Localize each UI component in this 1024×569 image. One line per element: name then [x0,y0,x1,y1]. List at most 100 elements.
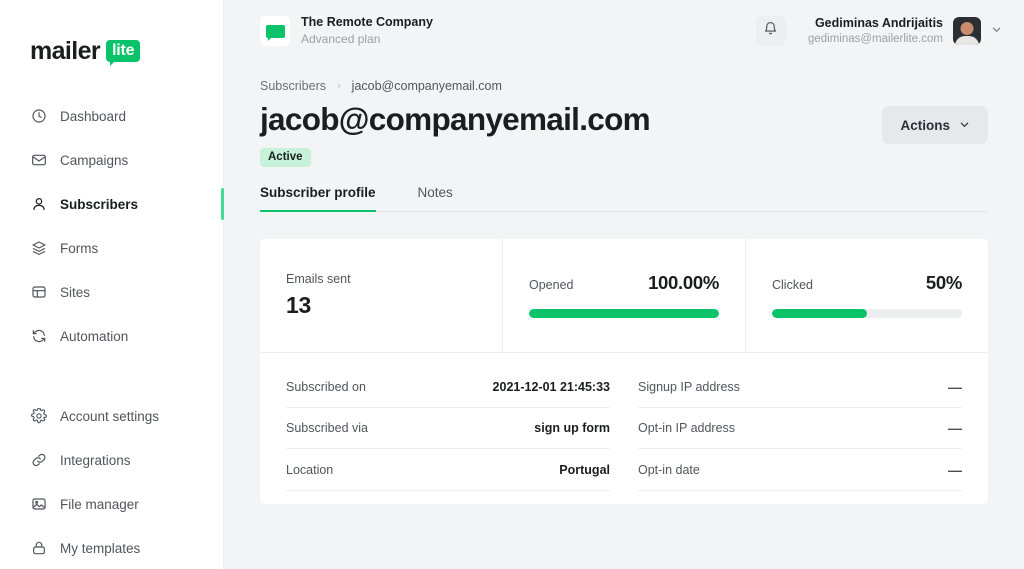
avatar [953,17,981,45]
detail-key: Opt-in IP address [638,421,736,436]
app-logo[interactable]: mailer lite [0,0,223,72]
sidebar-item-label: Account settings [60,408,160,424]
detail-key: Subscribed on [286,379,366,394]
stat-label: Clicked [772,278,813,293]
detail-key: Signup IP address [638,379,740,394]
logo-wordmark: mailer [30,36,101,65]
opened-progress-bar [529,309,719,319]
stat-label: Emails sent [286,272,351,287]
company-switcher[interactable]: The Remote Company Advanced plan [260,15,433,47]
detail-value: sign up form [534,421,610,436]
page-header: jacob@companyemail.com Active Actions [260,101,988,168]
sidebar-item-subscribers[interactable]: Subscribers [0,182,224,226]
user-menu[interactable]: Gediminas Andrijaitis gediminas@mailerli… [808,15,1002,47]
sidebar-item-my-templates[interactable]: My templates [0,526,223,569]
detail-row: Opt-in date — [638,449,962,491]
detail-value: — [948,378,962,395]
logo-lite-badge: lite [106,40,141,66]
tab-label: Subscriber profile [260,185,376,201]
top-bar: The Remote Company Advanced plan Gedimin… [224,0,1024,62]
breadcrumb-parent[interactable]: Subscribers [260,79,326,93]
detail-value: — [948,420,962,437]
details-column-right: Signup IP address — Opt-in IP address — … [624,353,962,504]
breadcrumb: Subscribers › jacob@companyemail.com [260,62,988,93]
actions-button-label: Actions [900,117,950,133]
app-root: mailer lite Dashboard Campaigns Subscrib… [0,0,1024,569]
chevron-right-icon: › [337,80,341,92]
actions-button[interactable]: Actions [882,106,988,144]
sidebar-item-label: Integrations [60,452,131,468]
tab-label: Notes [417,185,453,201]
stat-clicked: Clicked 50% [745,239,988,353]
page-title: jacob@companyemail.com [260,101,651,137]
sidebar-item-label: Sites [60,284,91,300]
sidebar-item-label: Subscribers [60,196,139,212]
detail-row: Signup IP address — [638,366,962,408]
detail-row: Opt-in IP address — [638,408,962,450]
sidebar-item-label: My templates [60,540,141,556]
detail-value: Portugal [559,462,610,477]
envelope-icon [30,152,47,169]
top-bar-right: Gediminas Andrijaitis gediminas@mailerli… [755,15,1002,47]
sidebar-item-file-manager[interactable]: File manager [0,482,223,526]
sidebar-item-label: Forms [60,240,99,256]
stat-value: 100.00% [648,272,719,294]
tab-bar: Subscriber profile Notes [260,185,988,213]
layers-icon [30,240,47,257]
sidebar-item-account-settings[interactable]: Account settings [0,394,223,438]
sidebar-item-label: Automation [60,328,129,344]
browser-window-icon [30,284,47,301]
user-email: gediminas@mailerlite.com [807,33,943,46]
company-plan: Advanced plan [301,31,381,46]
sidebar-item-sites[interactable]: Sites [0,270,223,314]
gear-icon [30,408,47,425]
stat-value: 50% [925,272,962,294]
stat-label: Opened [529,278,574,293]
detail-key: Subscribed via [286,421,368,436]
sidebar-item-forms[interactable]: Forms [0,226,223,270]
content-area: Subscribers › jacob@companyemail.com jac… [224,62,1024,569]
chevron-down-icon [991,22,1002,40]
sidebar-secondary-nav: Account settings Integrations File manag… [0,394,223,569]
detail-row: Subscribed via sign up form [286,408,610,450]
details-column-left: Subscribed on 2021-12-01 21:45:33 Subscr… [286,353,624,504]
stat-emails-sent: Emails sent 13 [260,239,502,352]
main-area: The Remote Company Advanced plan Gedimin… [224,0,1024,569]
user-name: Gediminas Andrijaitis [814,15,943,30]
link-icon [30,452,47,469]
company-name: The Remote Company [301,15,433,30]
stat-opened: Opened 100.00% [502,239,745,353]
user-icon [30,196,47,213]
image-icon [30,496,47,513]
tab-notes[interactable]: Notes [418,185,453,211]
lock-icon [30,540,47,557]
sidebar-item-campaigns[interactable]: Campaigns [0,138,223,182]
clock-icon [30,108,47,125]
sidebar-item-automation[interactable]: Automation [0,314,223,358]
sidebar-item-label: File manager [60,496,139,512]
speech-bubble-icon [260,16,290,46]
sidebar-item-label: Dashboard [60,108,127,124]
bell-icon [763,21,778,41]
detail-row: Location Portugal [286,449,610,491]
tab-subscriber-profile[interactable]: Subscriber profile [260,185,376,213]
sidebar-item-label: Campaigns [60,152,129,168]
detail-value: — [948,461,962,478]
detail-key: Location [286,462,334,477]
sidebar-item-integrations[interactable]: Integrations [0,438,223,482]
detail-row: Subscribed on 2021-12-01 21:45:33 [286,366,610,408]
sidebar-primary-nav: Dashboard Campaigns Subscribers Forms Si… [0,94,224,358]
details-section: Subscribed on 2021-12-01 21:45:33 Subscr… [260,353,988,504]
subscriber-profile-card: Emails sent 13 Opened 100.00% Clicked 50… [260,239,988,504]
notifications-button[interactable] [755,16,786,46]
opened-progress-fill [529,309,719,319]
clicked-progress-fill [772,309,867,319]
detail-key: Opt-in date [638,462,700,477]
sidebar: mailer lite Dashboard Campaigns Subscrib… [0,0,224,569]
sidebar-item-dashboard[interactable]: Dashboard [0,94,223,138]
breadcrumb-current: jacob@companyemail.com [351,79,502,93]
clicked-progress-bar [772,309,962,319]
stats-row: Emails sent 13 Opened 100.00% Clicked 50… [260,239,988,354]
stat-value: 13 [286,292,311,319]
status-badge: Active [260,147,311,168]
